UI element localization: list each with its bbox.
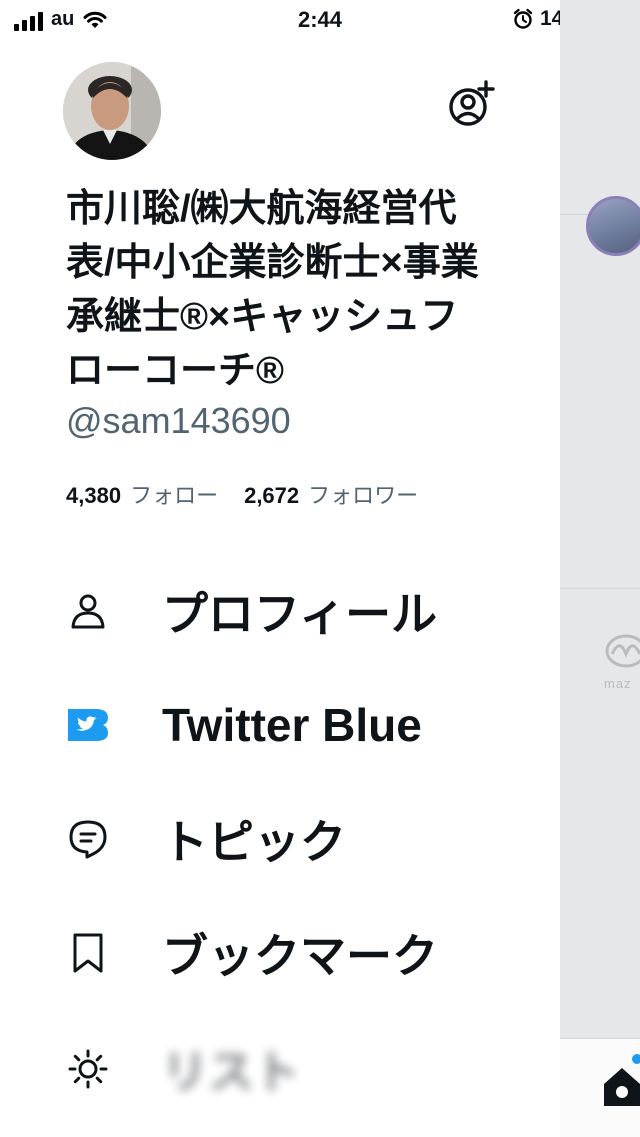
twitter-blue-icon [64,701,112,749]
menu-item-label: プロフィール [162,588,438,640]
menu-item-profile[interactable]: プロフィール [0,566,560,656]
menu-item-lists[interactable]: リスト [0,1024,560,1114]
menu-item-label: Twitter Blue [162,699,422,751]
following-link[interactable]: 4,380 フォロー [66,478,244,510]
profile-photo [63,62,161,160]
menu-item-label: リスト [162,1046,300,1098]
home-icon[interactable] [602,1064,640,1108]
timeline-avatar [586,196,640,256]
menu-item-bookmarks[interactable]: ブックマーク [0,908,560,998]
add-account-icon[interactable] [446,80,496,130]
profile-avatar[interactable] [63,62,161,160]
profile-display-name[interactable]: 市川聡/㈱大航海経営代表/中小企業診断士×事業承継士®×キャッシュフローコーチ® [66,182,486,398]
bookmark-icon [64,929,112,977]
lists-icon [64,1045,112,1093]
profile-handle[interactable]: @sam143690 [66,400,291,442]
navigation-drawer: 市川聡/㈱大航海経営代表/中小企業診断士×事業承継士®×キャッシュフローコーチ®… [0,40,560,1136]
status-bar: au 2:44 14% [0,0,640,40]
followers-count: 2,672 [244,483,300,508]
menu-item-label: ブックマーク [162,930,438,982]
car-brand-logo-text: maz [604,676,632,691]
menu-item-twitter-blue[interactable]: Twitter Blue [0,680,560,770]
follow-stats: 4,380 フォロー 2,672 フォロワー [66,478,444,510]
followers-label: フォロワー [308,483,419,508]
followers-link[interactable]: 2,672 フォロワー [244,478,444,510]
alarm-icon [513,8,533,29]
timeline-divider [560,588,640,589]
menu-item-topics[interactable]: トピック [0,794,560,884]
menu-item-label: トピック [162,816,346,868]
person-icon [64,587,112,635]
notification-dot [632,1054,640,1064]
topics-icon [64,815,112,863]
following-count: 4,380 [66,483,122,508]
car-brand-logo-icon [605,634,640,668]
timeline-backdrop[interactable] [560,0,640,1136]
following-label: フォロー [130,483,219,508]
